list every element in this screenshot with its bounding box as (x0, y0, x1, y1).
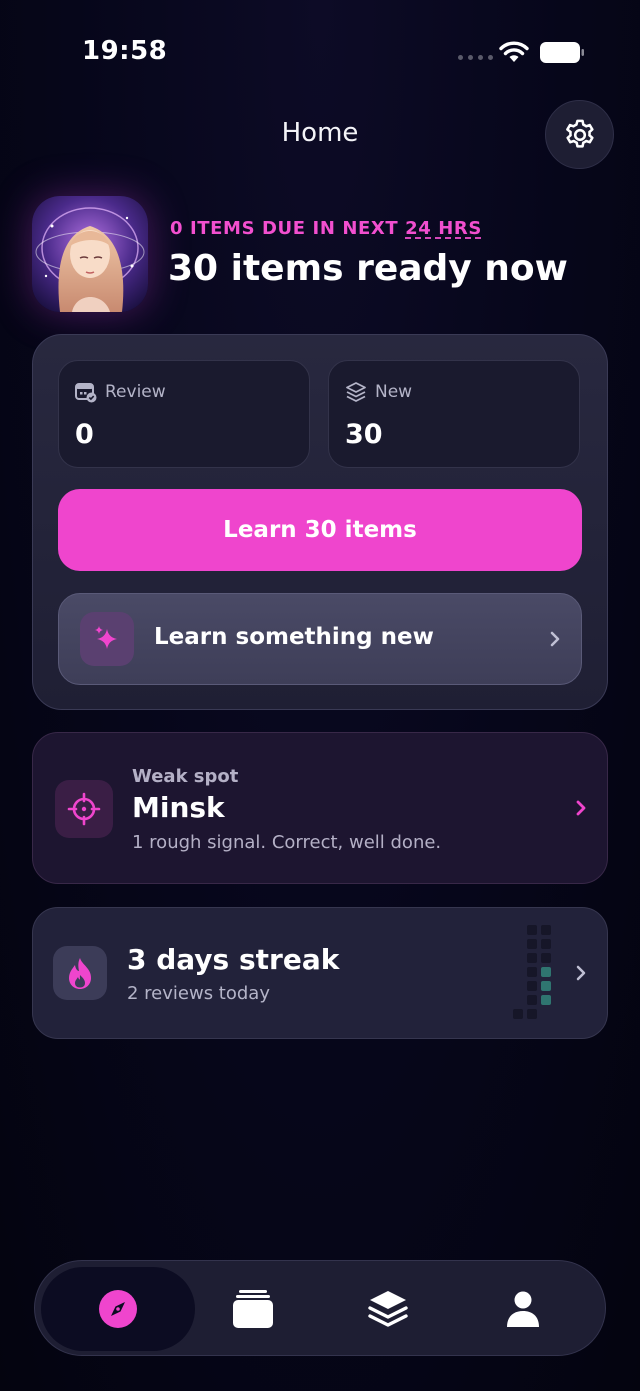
page-title: Home (281, 118, 359, 148)
layers-icon (368, 1291, 408, 1327)
tab-bar (34, 1260, 606, 1356)
due-label: 0 ITEMS DUE IN NEXT 24 HRS (170, 218, 482, 239)
flame-icon-box (53, 946, 107, 1000)
learn-something-new-label: Learn something new (154, 624, 434, 650)
tab-home[interactable] (41, 1267, 195, 1351)
activity-cell (527, 1009, 537, 1019)
chevron-right-icon (576, 800, 586, 816)
streak-card[interactable]: 3 days streak 2 reviews today (32, 907, 608, 1039)
weak-spot-card[interactable]: Weak spot Minsk 1 rough signal. Correct,… (32, 732, 608, 884)
review-label: Review (105, 382, 166, 402)
activity-cell (527, 967, 537, 977)
review-stat[interactable]: Review 0 (58, 360, 310, 468)
learn-something-new-button[interactable]: Learn something new (58, 593, 582, 685)
chevron-right-icon (550, 631, 560, 647)
sparkles-icon-box (80, 612, 134, 666)
activity-cell (541, 953, 551, 963)
signal-icon (458, 55, 493, 60)
new-value: 30 (345, 419, 383, 450)
layers-icon (346, 382, 366, 402)
weak-spot-label: Weak spot (132, 766, 239, 787)
activity-grid (511, 925, 555, 1025)
weak-spot-description: 1 rough signal. Correct, well done. (132, 832, 442, 853)
due-prefix: 0 ITEMS DUE IN NEXT (170, 218, 406, 239)
tab-cards[interactable] (176, 1267, 330, 1351)
status-time: 19:58 (82, 36, 168, 66)
new-label: New (375, 382, 413, 402)
wifi-icon (499, 41, 529, 62)
due-highlight: 24 HRS (405, 218, 482, 239)
activity-cell (527, 939, 537, 949)
activity-cell (513, 1009, 523, 1019)
person-icon (507, 1291, 539, 1327)
flame-icon (69, 958, 91, 989)
gear-icon (565, 119, 594, 148)
activity-cell (541, 925, 551, 935)
cards-icon (233, 1290, 273, 1328)
chevron-right-icon (576, 965, 586, 981)
ready-title: 30 items ready now (168, 248, 568, 289)
settings-button[interactable] (545, 100, 614, 169)
status-bar: 19:58 (0, 0, 640, 100)
activity-cell (527, 953, 537, 963)
learn-button[interactable]: Learn 30 items (58, 489, 582, 571)
new-stat[interactable]: New 30 (328, 360, 580, 468)
study-card: Review 0 New 30 Learn 30 items Learn som… (32, 334, 608, 710)
tab-decks[interactable] (311, 1267, 465, 1351)
activity-cell (527, 981, 537, 991)
weak-spot-title: Minsk (132, 791, 225, 824)
streak-title: 3 days streak (127, 943, 340, 976)
calendar-check-icon (75, 383, 97, 403)
activity-cell (527, 995, 537, 1005)
streak-subtitle: 2 reviews today (127, 983, 270, 1004)
activity-cell-active (541, 967, 551, 977)
tab-profile[interactable] (446, 1267, 600, 1351)
activity-cell (541, 939, 551, 949)
activity-cell-active (541, 995, 551, 1005)
review-value: 0 (75, 419, 94, 450)
sparkles-icon (95, 626, 117, 649)
avatar[interactable] (32, 196, 148, 312)
compass-icon (99, 1290, 137, 1328)
activity-cell-active (541, 981, 551, 991)
target-icon (67, 792, 101, 826)
target-icon-box (55, 780, 113, 838)
home-screen: 19:58 Home 0 ITEMS DUE IN NEXT 24 HRS 30… (0, 0, 640, 1391)
activity-cell (527, 925, 537, 935)
battery-icon (540, 42, 584, 63)
